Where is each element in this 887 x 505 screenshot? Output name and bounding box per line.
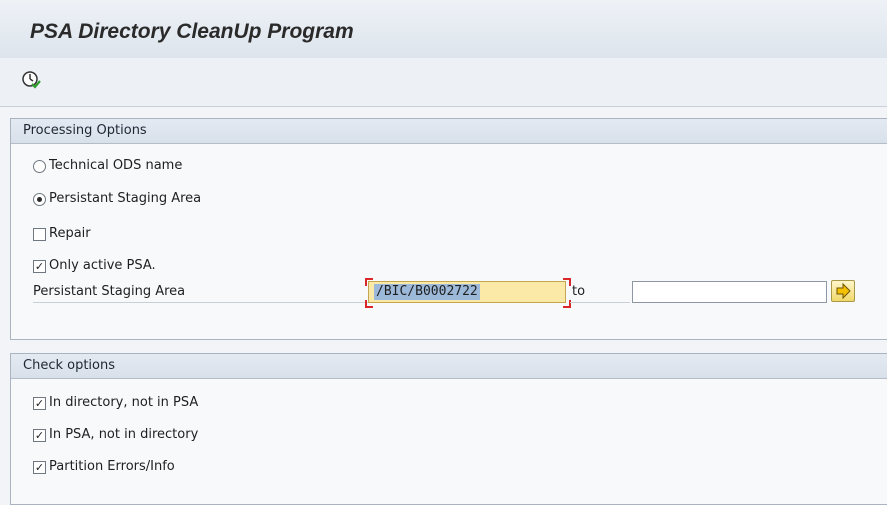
repair-checkbox[interactable] — [33, 227, 46, 241]
to-label: to — [572, 284, 586, 299]
psa-field-label: Persistant Staging Area — [33, 284, 186, 299]
processing-options-header: Processing Options — [11, 119, 887, 144]
check-partition-errors-label: Partition Errors/Info — [49, 459, 175, 474]
multiple-selection-button[interactable] — [831, 280, 855, 302]
only-active-label: Only active PSA. — [49, 258, 156, 273]
focus-bracket-tl — [365, 278, 373, 286]
radio-psa[interactable] — [33, 192, 46, 206]
psa-low-input[interactable]: /BIC/B0002722 — [368, 281, 566, 303]
check-partition-errors-row[interactable]: ✓ Partition Errors/Info — [33, 457, 175, 477]
check-options-header: Check options — [11, 354, 887, 379]
check-dir-not-psa-checkbox[interactable]: ✓ — [33, 396, 46, 410]
focus-bracket-bl — [365, 300, 373, 308]
check-psa-not-dir-row[interactable]: ✓ In PSA, not in directory — [33, 425, 198, 445]
focus-bracket-tr — [563, 278, 571, 286]
arrow-right-icon — [836, 282, 851, 300]
only-active-checkbox-row[interactable]: ✓ Only active PSA. — [33, 256, 156, 276]
psa-high-input[interactable] — [632, 281, 827, 303]
radio-psa-label: Persistant Staging Area — [49, 191, 202, 206]
check-dir-not-psa-label: In directory, not in PSA — [49, 395, 199, 410]
check-psa-not-dir-label: In PSA, not in directory — [49, 427, 199, 442]
psa-low-value: /BIC/B0002722 — [374, 284, 480, 300]
check-psa-not-dir-checkbox[interactable]: ✓ — [33, 428, 46, 442]
radio-technical-ods-row[interactable]: Technical ODS name — [33, 156, 182, 176]
repair-checkbox-row[interactable]: Repair — [33, 224, 91, 244]
radio-psa-row[interactable]: Persistant Staging Area — [33, 189, 201, 209]
application-toolbar — [0, 58, 887, 107]
check-options-group: Check options ✓ In directory, not in PSA… — [10, 353, 887, 505]
check-partition-errors-checkbox[interactable]: ✓ — [33, 460, 46, 474]
title-bar: PSA Directory CleanUp Program — [0, 0, 887, 59]
check-dir-not-psa-row[interactable]: ✓ In directory, not in PSA — [33, 393, 198, 413]
processing-options-group: Processing Options Technical ODS name Pe… — [10, 118, 887, 340]
repair-label: Repair — [49, 226, 91, 241]
execute-clock-icon[interactable] — [20, 69, 42, 91]
to-underline — [570, 302, 630, 303]
radio-technical-ods-label: Technical ODS name — [49, 158, 183, 173]
only-active-checkbox[interactable]: ✓ — [33, 259, 46, 273]
page-title: PSA Directory CleanUp Program — [30, 20, 354, 43]
radio-technical-ods[interactable] — [33, 159, 46, 173]
